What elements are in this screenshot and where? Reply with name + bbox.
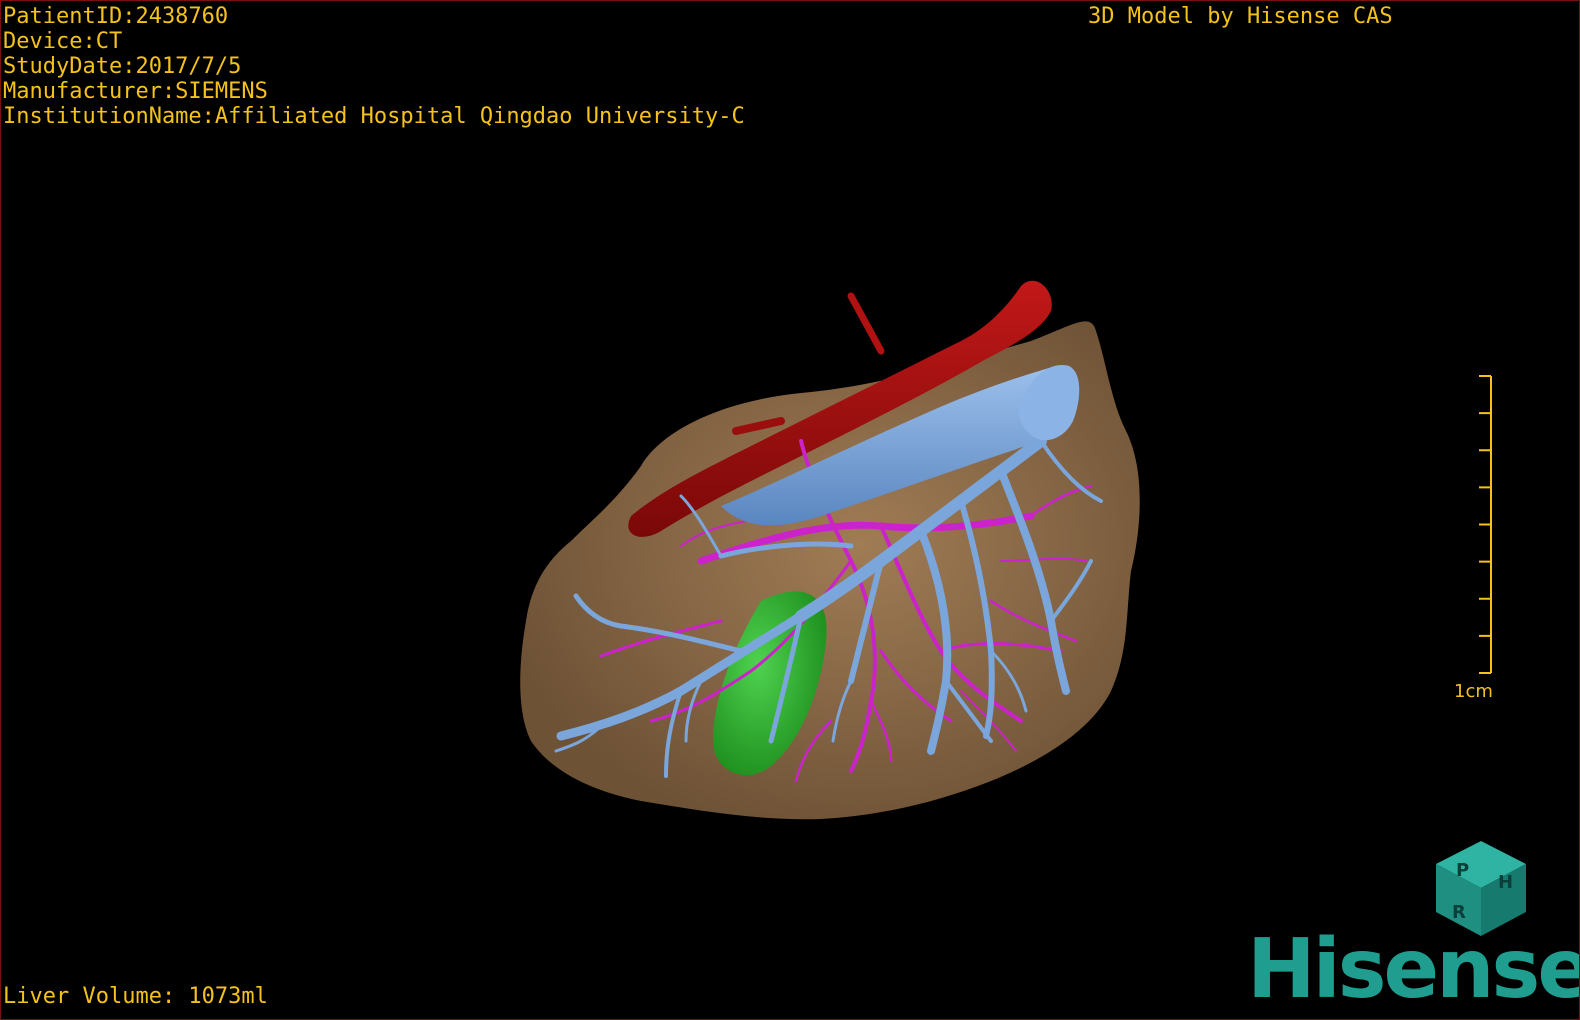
liver-3d-model[interactable]	[1, 1, 1579, 1019]
artery-branch	[847, 292, 885, 355]
scale-label: 1cm	[1454, 681, 1493, 702]
cube-face-r: R	[1452, 902, 1466, 923]
cube-face-p: P	[1456, 860, 1469, 881]
brand-logo: Hisense	[1247, 922, 1580, 1017]
liver-volume-text: Liver Volume: 1073ml	[3, 984, 268, 1009]
cube-face-h: H	[1498, 872, 1513, 893]
3d-viewport[interactable]: PatientID:2438760 Device:CT StudyDate:20…	[0, 0, 1580, 1020]
scale-bar	[1479, 375, 1492, 674]
